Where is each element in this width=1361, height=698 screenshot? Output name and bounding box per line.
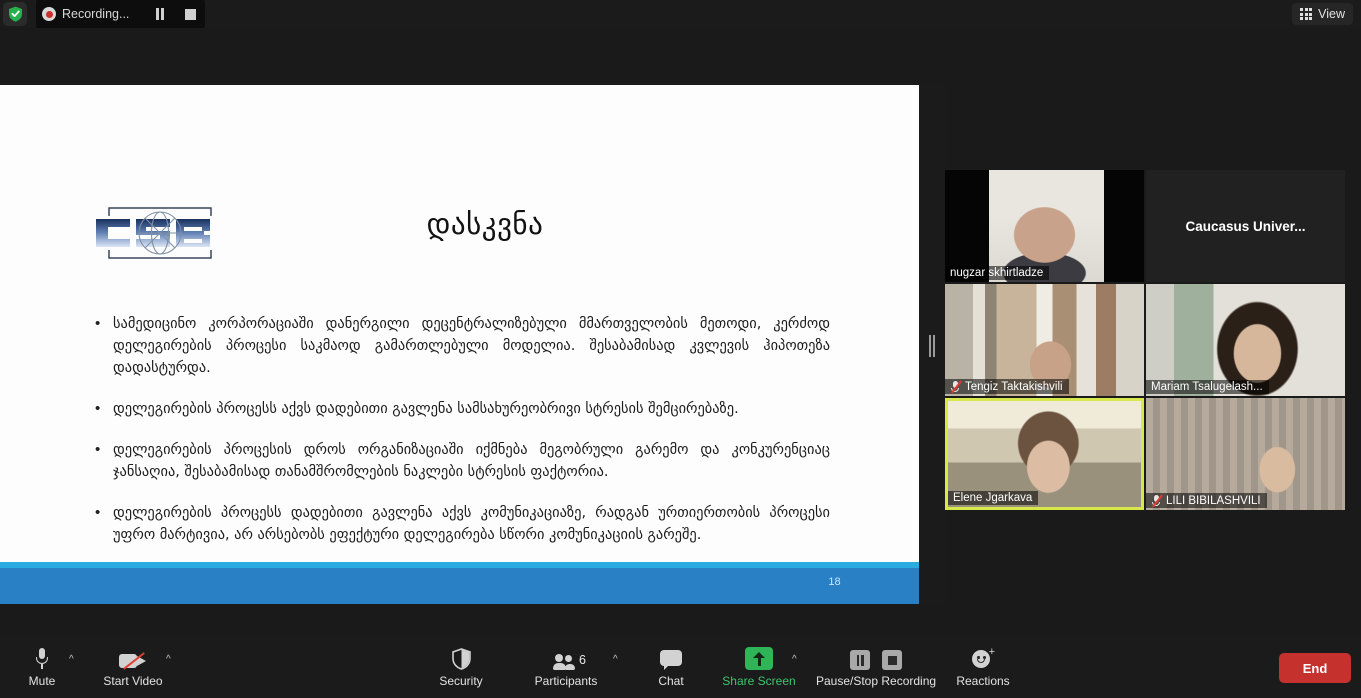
- reactions-button-label: Reactions: [956, 674, 1010, 688]
- bullet-marker: •: [95, 441, 101, 458]
- pause-recording-button-topbar[interactable]: [145, 0, 175, 28]
- participant-name-badge: nugzar skhirtladze: [945, 266, 1050, 280]
- share-screen-button-label: Share Screen: [722, 674, 796, 688]
- participant-name: Elene Jgarkava: [953, 492, 1033, 504]
- security-button-label: Security: [439, 674, 483, 688]
- people-icon: 6: [553, 644, 586, 670]
- pause-stop-recording-button[interactable]: Pause/Stop Recording: [816, 644, 936, 688]
- stop-icon[interactable]: [882, 650, 902, 670]
- participants-count: 6: [579, 653, 586, 667]
- pause-icon: [155, 8, 165, 20]
- bullet-marker: •: [95, 315, 101, 332]
- bullet-marker: •: [95, 504, 101, 521]
- video-tile-elene-jgarkava[interactable]: Elene Jgarkava: [945, 398, 1144, 510]
- chat-button[interactable]: Chat: [629, 644, 713, 688]
- video-tile-mariam-tsalugelashvili[interactable]: Mariam Tsalugelash...: [1146, 284, 1345, 396]
- slide-bullet-list: • სამედიცინო კორპორაციაში დანერგილი დეცე…: [95, 313, 830, 565]
- chat-button-label: Chat: [658, 674, 684, 688]
- share-options-chevron-icon[interactable]: ^: [792, 655, 797, 665]
- end-meeting-button[interactable]: End: [1279, 653, 1351, 683]
- reactions-button[interactable]: + Reactions: [941, 644, 1025, 689]
- chat-bubble-icon: [660, 644, 682, 670]
- view-button[interactable]: View: [1292, 3, 1353, 25]
- shield-glyph: [451, 648, 471, 670]
- video-tile-caucasus-university[interactable]: Caucasus Univer...: [1146, 170, 1345, 282]
- participant-name-badge: Elene Jgarkava: [948, 491, 1039, 505]
- video-options-chevron-icon[interactable]: ^: [166, 655, 171, 665]
- pause-icon[interactable]: [850, 650, 870, 670]
- stop-icon: [184, 8, 196, 20]
- participants-options-chevron-icon[interactable]: ^: [613, 655, 618, 665]
- pause-stop-recording-label: Pause/Stop Recording: [815, 674, 937, 688]
- participant-name-badge: Mariam Tsalugelash...: [1146, 380, 1269, 394]
- participants-button[interactable]: 6 Participants: [524, 644, 608, 688]
- video-tile-row: nugzar skhirtladze Caucasus Univer...: [945, 170, 1345, 282]
- video-tile-lili-bibilashvili[interactable]: LILI BIBILASHVILI: [1146, 398, 1345, 510]
- video-tile-row: Elene Jgarkava LILI BIBILASHVILI: [945, 398, 1345, 510]
- start-video-button-label: Start Video: [103, 674, 163, 688]
- camera-off-icon: [119, 644, 147, 670]
- video-tile-grid: nugzar skhirtladze Caucasus Univer... Te…: [945, 170, 1345, 512]
- shield-icon: [451, 644, 471, 670]
- participant-name: LILI BIBILASHVILI: [1166, 494, 1261, 507]
- bullet-text: სამედიცინო კორპორაციაში დანერგილი დეცენტ…: [113, 316, 830, 376]
- share-screen-button[interactable]: Share Screen: [717, 644, 801, 688]
- participant-name: Caucasus Univer...: [1185, 218, 1306, 234]
- slide-title: დასკვნა: [426, 207, 544, 241]
- share-up-arrow-icon: [745, 644, 773, 670]
- bullet-text: დელეგირების პროცესს დადებითი გავლენა აქვ…: [113, 505, 830, 543]
- bullet-text: დელეგირების პროცესის დროს ორგანიზაციაში …: [113, 442, 830, 480]
- mute-button-label: Mute: [28, 674, 56, 688]
- bullet-text: დელეგირების პროცესს აქვს დადებითი გავლენ…: [113, 401, 739, 417]
- slide-page-number: 18: [828, 576, 841, 588]
- participant-name: nugzar skhirtladze: [950, 267, 1044, 279]
- view-button-label: View: [1318, 7, 1345, 21]
- participant-name: Tengiz Taktakishvili: [965, 380, 1063, 393]
- recording-controls: [850, 644, 902, 670]
- mute-button[interactable]: Mute: [0, 644, 84, 688]
- microphone-icon: [35, 644, 49, 670]
- security-button[interactable]: Security: [419, 644, 503, 688]
- slide-bullet-item: • სამედიცინო კორპორაციაში დანერგილი დეცე…: [95, 313, 830, 379]
- shield-check-icon[interactable]: [3, 2, 27, 26]
- video-tile-row: Tengiz Taktakishvili Mariam Tsalugelash.…: [945, 284, 1345, 396]
- grid-icon: [1300, 8, 1313, 20]
- csb-logo: [92, 207, 228, 259]
- stop-recording-button-topbar[interactable]: [175, 0, 205, 28]
- slide-bullet-item: • დელეგირების პროცესს აქვს დადებითი გავლ…: [95, 398, 830, 420]
- smiley-plus-icon: +: [972, 644, 995, 670]
- mic-muted-icon: [950, 380, 962, 394]
- participant-name-badge: Tengiz Taktakishvili: [945, 379, 1069, 394]
- video-tile-nugzar-skhirtladze[interactable]: nugzar skhirtladze: [945, 170, 1144, 282]
- mute-options-chevron-icon[interactable]: ^: [69, 655, 74, 665]
- participant-name: Mariam Tsalugelash...: [1151, 381, 1263, 393]
- record-dot-icon: [36, 0, 62, 28]
- meeting-toolbar: Mute ^ Start Video ^ Security 6 Particip…: [0, 637, 1361, 698]
- recording-label: Recording...: [62, 7, 130, 21]
- mic-muted-icon: [1151, 494, 1163, 508]
- recording-indicator: Recording...: [36, 0, 206, 28]
- participants-button-label: Participants: [534, 674, 598, 688]
- slide-footer-bar: 18: [0, 562, 919, 604]
- video-tile-tengiz-taktakishvili[interactable]: Tengiz Taktakishvili: [945, 284, 1144, 396]
- panel-divider[interactable]: [919, 85, 945, 604]
- shared-screen-slide[interactable]: დასკვნა • სამედიცინო კორპორაციაში დანერგ…: [0, 85, 919, 604]
- slide-bullet-item: • დელეგირების პროცესს დადებითი გავლენა ა…: [95, 502, 830, 546]
- drag-handle-icon[interactable]: [928, 335, 936, 357]
- slide-bullet-item: • დელეგირების პროცესის დროს ორგანიზაციაშ…: [95, 439, 830, 483]
- shield-check-glyph: [8, 6, 22, 22]
- slide-footer-stripe: [0, 562, 919, 568]
- top-bar: Recording... View: [0, 0, 1361, 28]
- participant-name-badge: LILI BIBILASHVILI: [1146, 493, 1267, 508]
- bullet-marker: •: [95, 400, 101, 417]
- start-video-button[interactable]: Start Video: [91, 644, 175, 688]
